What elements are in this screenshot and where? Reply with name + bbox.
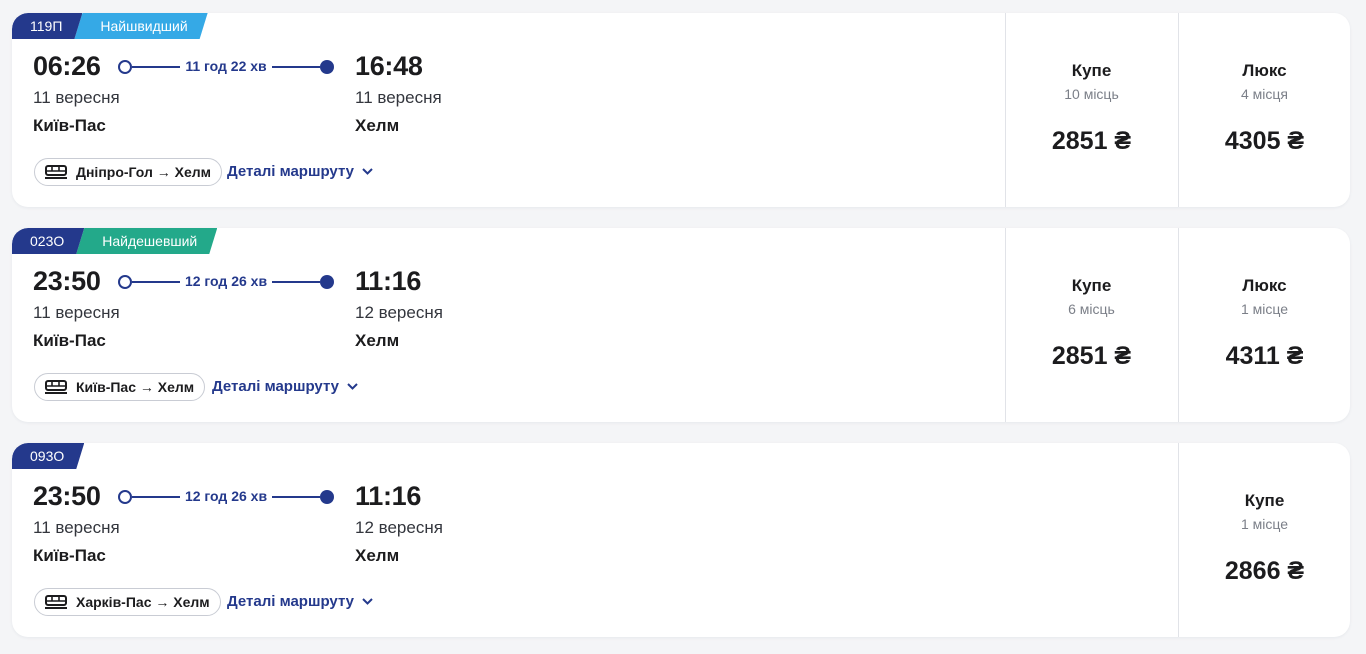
class-option-lux[interactable]: Люкс 4 місця 4305 ₴: [1178, 13, 1350, 207]
arrival-dot: [320, 60, 334, 74]
departure-date: 11 вересня: [33, 518, 120, 537]
route-label: Харків-Пас → Хелм: [76, 594, 210, 610]
timeline-line: [272, 281, 320, 283]
arrival-dot: [320, 490, 334, 504]
train-results-list: 119П Найшвидший 06:26 11 год 22 хв 16:48…: [0, 0, 1366, 654]
departure-station: Київ-Пас: [33, 331, 106, 350]
class-option-kupe[interactable]: Купе 6 місць 2851 ₴: [1005, 228, 1177, 422]
arrival-station: Хелм: [355, 331, 400, 350]
cheapest-badge: Найдешевший: [76, 228, 217, 254]
seat-count: 1 місце: [1240, 516, 1289, 532]
route-details-label: Деталі маршруту: [212, 378, 340, 395]
class-price: 2866 ₴: [1224, 557, 1305, 585]
departure-dot: [118, 60, 132, 74]
train-number-badge: 023О: [12, 228, 84, 254]
departure-station: Київ-Пас: [33, 546, 106, 565]
chevron-down-icon: [347, 383, 358, 390]
class-price: 2851 ₴: [1051, 342, 1132, 370]
arrival-station: Хелм: [355, 546, 400, 565]
arrival-time: 11:16: [355, 266, 422, 296]
seat-count: 1 місце: [1240, 301, 1289, 317]
route-pill: Дніпро-Гол → Хелм: [34, 158, 223, 186]
seat-count: 10 місць: [1064, 86, 1119, 102]
route-details-link[interactable]: Деталі маршруту: [227, 163, 373, 180]
arrival-date: 12 вересня: [355, 518, 443, 537]
departure-dot: [118, 490, 132, 504]
trip-duration: 12 год 26 хв: [184, 488, 268, 504]
departure-date: 11 вересня: [33, 88, 120, 107]
class-option-kupe[interactable]: Купе 10 місць 2851 ₴: [1005, 13, 1177, 207]
timeline-line: [132, 496, 180, 498]
train-icon: [45, 380, 67, 394]
departure-time: 23:50: [33, 481, 101, 511]
departure-station: Київ-Пас: [33, 116, 106, 135]
train-card[interactable]: 093О 23:50 12 год 26 хв 11:16 11 вересня…: [12, 443, 1350, 637]
route-details-label: Деталі маршруту: [227, 163, 355, 180]
class-price: 2851 ₴: [1051, 127, 1132, 155]
arrival-time: 11:16: [355, 481, 422, 511]
train-badges: 023О Найдешевший: [12, 228, 217, 254]
route-details-label: Деталі маршруту: [227, 593, 355, 610]
train-badges: 119П Найшвидший: [12, 13, 208, 39]
arrival-date: 12 вересня: [355, 303, 443, 322]
train-card[interactable]: 023О Найдешевший 23:50 12 год 26 хв 11:1…: [12, 228, 1350, 422]
seat-count: 6 місць: [1068, 301, 1115, 317]
class-name: Купе: [1071, 276, 1112, 295]
route-label: Київ-Пас → Хелм: [76, 379, 195, 395]
class-option-kupe[interactable]: Купе 1 місце 2866 ₴: [1178, 443, 1350, 637]
fastest-badge: Найшвидший: [74, 13, 207, 39]
trip-timeline: 12 год 26 хв: [118, 273, 334, 289]
class-name: Купе: [1071, 61, 1112, 80]
chevron-down-icon: [362, 168, 373, 175]
timeline-line: [272, 66, 320, 68]
departure-dot: [118, 275, 132, 289]
train-card[interactable]: 119П Найшвидший 06:26 11 год 22 хв 16:48…: [12, 13, 1350, 207]
route-label: Дніпро-Гол → Хелм: [76, 164, 212, 180]
timeline-line: [132, 66, 180, 68]
trip-timeline: 12 год 26 хв: [118, 488, 334, 504]
class-name: Люкс: [1242, 276, 1287, 295]
arrival-dot: [320, 275, 334, 289]
departure-time: 06:26: [33, 51, 101, 81]
class-price: 4305 ₴: [1224, 127, 1305, 155]
class-price: 4311 ₴: [1225, 342, 1304, 370]
class-option-lux[interactable]: Люкс 1 місце 4311 ₴: [1178, 228, 1350, 422]
train-number-badge: 093О: [12, 443, 84, 469]
train-badges: 093О: [12, 443, 84, 469]
class-name: Купе: [1244, 491, 1285, 510]
route-details-link[interactable]: Деталі маршруту: [227, 593, 373, 610]
timeline-line: [272, 496, 320, 498]
arrival-time: 16:48: [355, 51, 423, 81]
train-number-badge: 119П: [12, 13, 82, 39]
train-icon: [45, 595, 67, 609]
chevron-down-icon: [362, 598, 373, 605]
train-icon: [45, 165, 67, 179]
departure-time: 23:50: [33, 266, 101, 296]
class-name: Люкс: [1242, 61, 1287, 80]
trip-duration: 11 год 22 хв: [185, 58, 267, 74]
trip-timeline: 11 год 22 хв: [118, 58, 334, 74]
route-details-link[interactable]: Деталі маршруту: [212, 378, 358, 395]
arrival-date: 11 вересня: [355, 88, 442, 107]
route-pill: Харків-Пас → Хелм: [34, 588, 221, 616]
timeline-line: [132, 281, 180, 283]
route-pill: Київ-Пас → Хелм: [34, 373, 206, 401]
departure-date: 11 вересня: [33, 303, 120, 322]
trip-duration: 12 год 26 хв: [184, 273, 268, 289]
seat-count: 4 місця: [1240, 86, 1288, 102]
arrival-station: Хелм: [355, 116, 400, 135]
